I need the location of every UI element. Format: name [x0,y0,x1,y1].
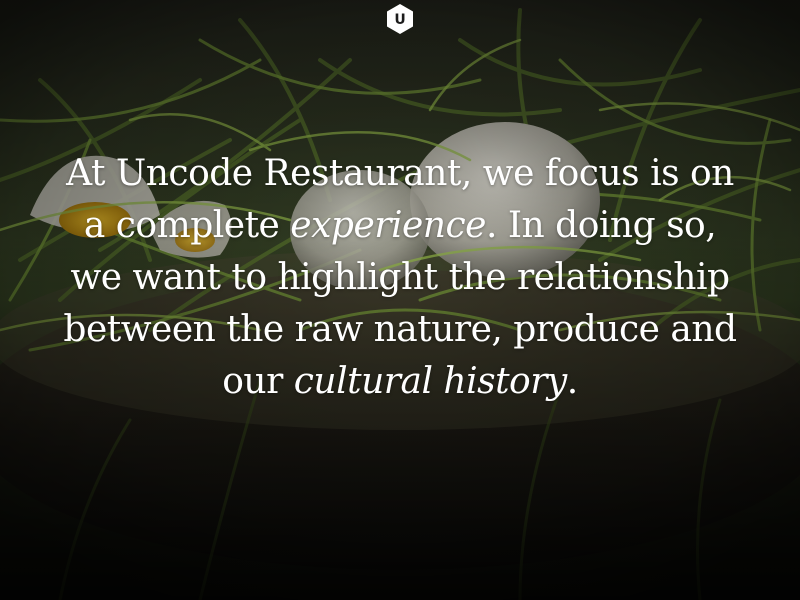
intro-quote: At Uncode Restaurant, we focus is on a c… [60,148,740,408]
page: U At Uncode Restaurant, we focus is on a… [0,0,800,600]
logo-letter: U [394,11,406,28]
quote-emphasis-cultural-history: cultural history [293,361,568,402]
quote-text-part-3: . [566,361,578,402]
hexagon-logo-icon[interactable]: U [387,4,413,34]
quote-emphasis-experience: experience [290,205,486,246]
